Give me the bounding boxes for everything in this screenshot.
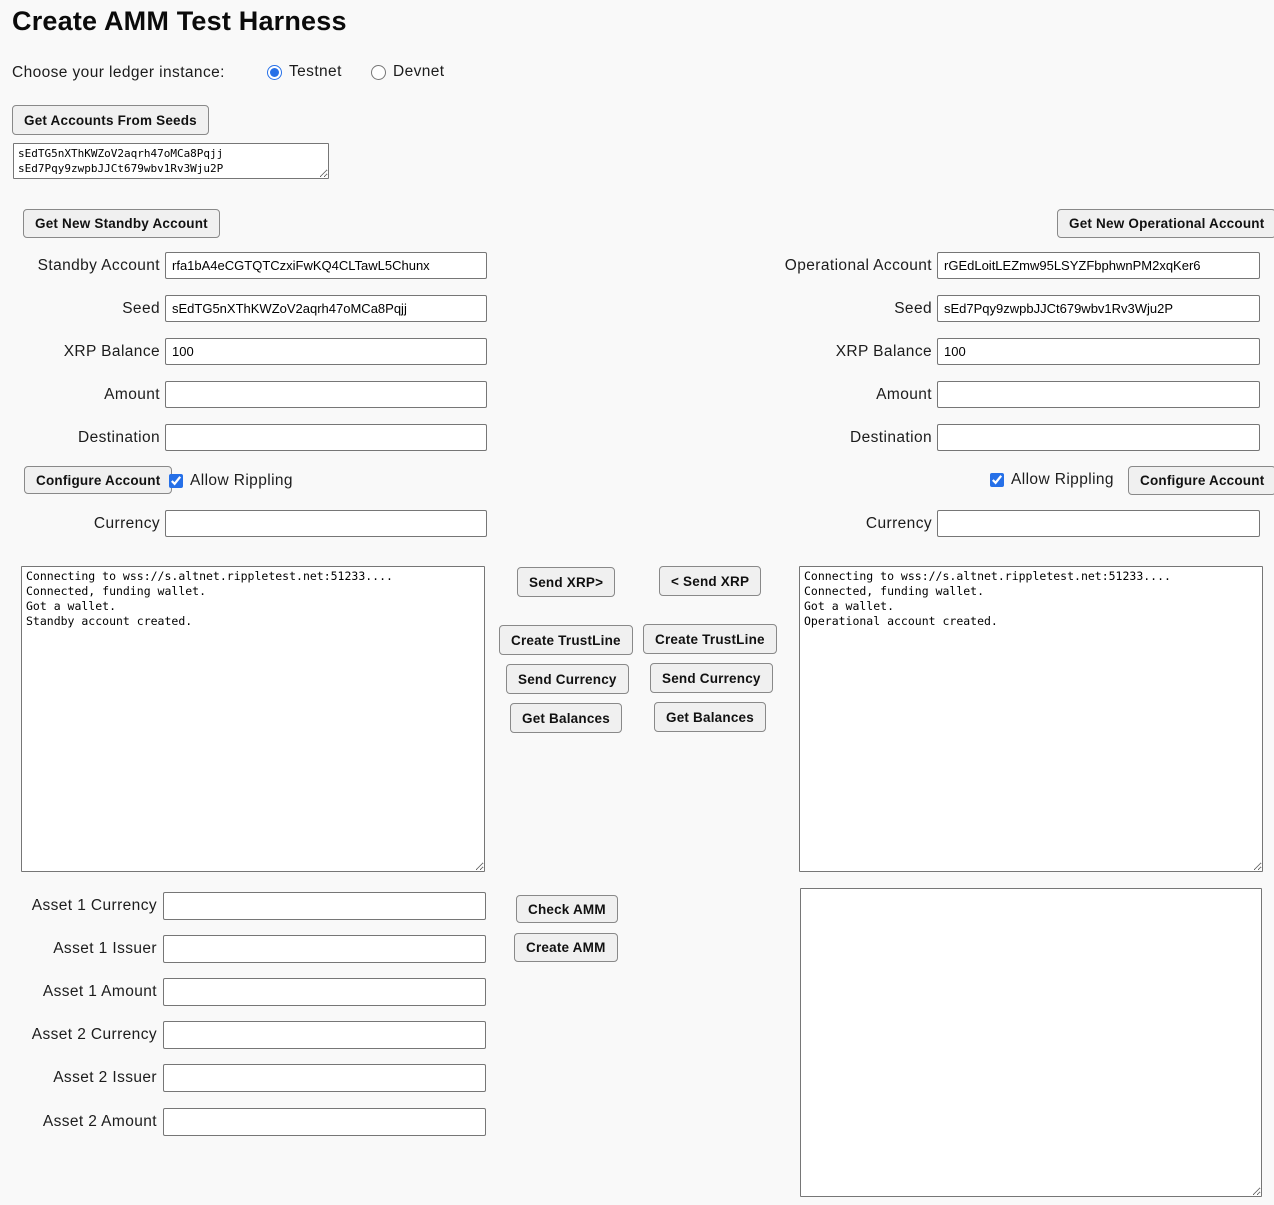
create-amm-button[interactable]: Create AMM (514, 933, 618, 962)
operational-send-currency-button[interactable]: Send Currency (650, 663, 773, 693)
asset2-issuer-label: Asset 2 Issuer (53, 1069, 157, 1087)
asset1-amount-label: Asset 1 Amount (43, 983, 157, 1001)
asset2-amount-label: Asset 2 Amount (43, 1113, 157, 1131)
operational-xrp-balance-label: XRP Balance (836, 343, 932, 361)
page-title: Create AMM Test Harness (12, 6, 347, 37)
seeds-textarea[interactable]: sEdTG5nXThKWZoV2aqrh47oMCa8Pqjj sEd7Pqy9… (13, 143, 329, 179)
operational-seed-input[interactable] (937, 295, 1260, 322)
asset2-issuer-input[interactable] (163, 1064, 486, 1092)
operational-allow-rippling-checkbox[interactable] (990, 473, 1004, 487)
standby-account-input[interactable] (165, 252, 487, 279)
standby-currency-label: Currency (94, 515, 160, 533)
operational-amount-input[interactable] (937, 381, 1260, 408)
create-amm-test-harness-page: Create AMM Test Harness Choose your ledg… (0, 0, 1274, 1205)
operational-destination-label: Destination (850, 429, 932, 447)
asset2-currency-label: Asset 2 Currency (32, 1026, 157, 1044)
standby-seed-input[interactable] (165, 295, 487, 322)
ledger-instance-prompt: Choose your ledger instance: (12, 64, 225, 82)
operational-configure-account-button[interactable]: Configure Account (1128, 466, 1274, 495)
standby-create-trustline-button[interactable]: Create TrustLine (499, 625, 633, 655)
operational-xrp-balance-input[interactable] (937, 338, 1260, 365)
operational-create-trustline-button[interactable]: Create TrustLine (643, 624, 777, 654)
check-amm-button[interactable]: Check AMM (516, 895, 618, 923)
standby-currency-input[interactable] (165, 510, 487, 537)
standby-destination-label: Destination (78, 429, 160, 447)
standby-allow-rippling-label[interactable]: Allow Rippling (190, 472, 293, 490)
get-accounts-from-seeds-button[interactable]: Get Accounts From Seeds (12, 105, 209, 135)
asset1-currency-input[interactable] (163, 892, 486, 920)
devnet-radio[interactable] (371, 65, 386, 80)
send-xrp-to-operational-button[interactable]: Send XRP> (517, 567, 615, 597)
amm-results-textarea[interactable] (800, 888, 1262, 1197)
asset1-issuer-label: Asset 1 Issuer (53, 940, 157, 958)
operational-allow-rippling-label[interactable]: Allow Rippling (1011, 471, 1114, 489)
operational-destination-input[interactable] (937, 424, 1260, 451)
standby-amount-label: Amount (104, 386, 160, 404)
standby-get-balances-button[interactable]: Get Balances (510, 703, 622, 733)
get-new-operational-account-button[interactable]: Get New Operational Account (1057, 209, 1274, 238)
asset1-issuer-input[interactable] (163, 935, 486, 963)
standby-results-textarea[interactable]: Connecting to wss://s.altnet.rippletest.… (21, 566, 485, 872)
standby-account-label: Standby Account (38, 257, 160, 275)
testnet-radio[interactable] (267, 65, 282, 80)
standby-destination-input[interactable] (165, 424, 487, 451)
operational-currency-input[interactable] (937, 510, 1260, 537)
operational-account-input[interactable] (937, 252, 1260, 279)
operational-account-label: Operational Account (785, 257, 932, 275)
asset1-currency-label: Asset 1 Currency (32, 897, 157, 915)
asset2-currency-input[interactable] (163, 1021, 486, 1049)
operational-get-balances-button[interactable]: Get Balances (654, 702, 766, 732)
standby-send-currency-button[interactable]: Send Currency (506, 664, 629, 694)
testnet-radio-label[interactable]: Testnet (289, 63, 342, 81)
asset1-amount-input[interactable] (163, 978, 486, 1006)
standby-xrp-balance-input[interactable] (165, 338, 487, 365)
standby-xrp-balance-label: XRP Balance (64, 343, 160, 361)
standby-configure-account-button[interactable]: Configure Account (24, 466, 172, 494)
standby-allow-rippling-checkbox[interactable] (169, 474, 183, 488)
get-new-standby-account-button[interactable]: Get New Standby Account (23, 209, 220, 238)
standby-amount-input[interactable] (165, 381, 487, 408)
operational-seed-label: Seed (894, 300, 932, 318)
standby-seed-label: Seed (122, 300, 160, 318)
operational-amount-label: Amount (876, 386, 932, 404)
send-xrp-to-standby-button[interactable]: < Send XRP (659, 566, 761, 596)
devnet-radio-label[interactable]: Devnet (393, 63, 445, 81)
asset2-amount-input[interactable] (163, 1108, 486, 1136)
operational-currency-label: Currency (866, 515, 932, 533)
operational-results-textarea[interactable]: Connecting to wss://s.altnet.rippletest.… (799, 566, 1263, 872)
